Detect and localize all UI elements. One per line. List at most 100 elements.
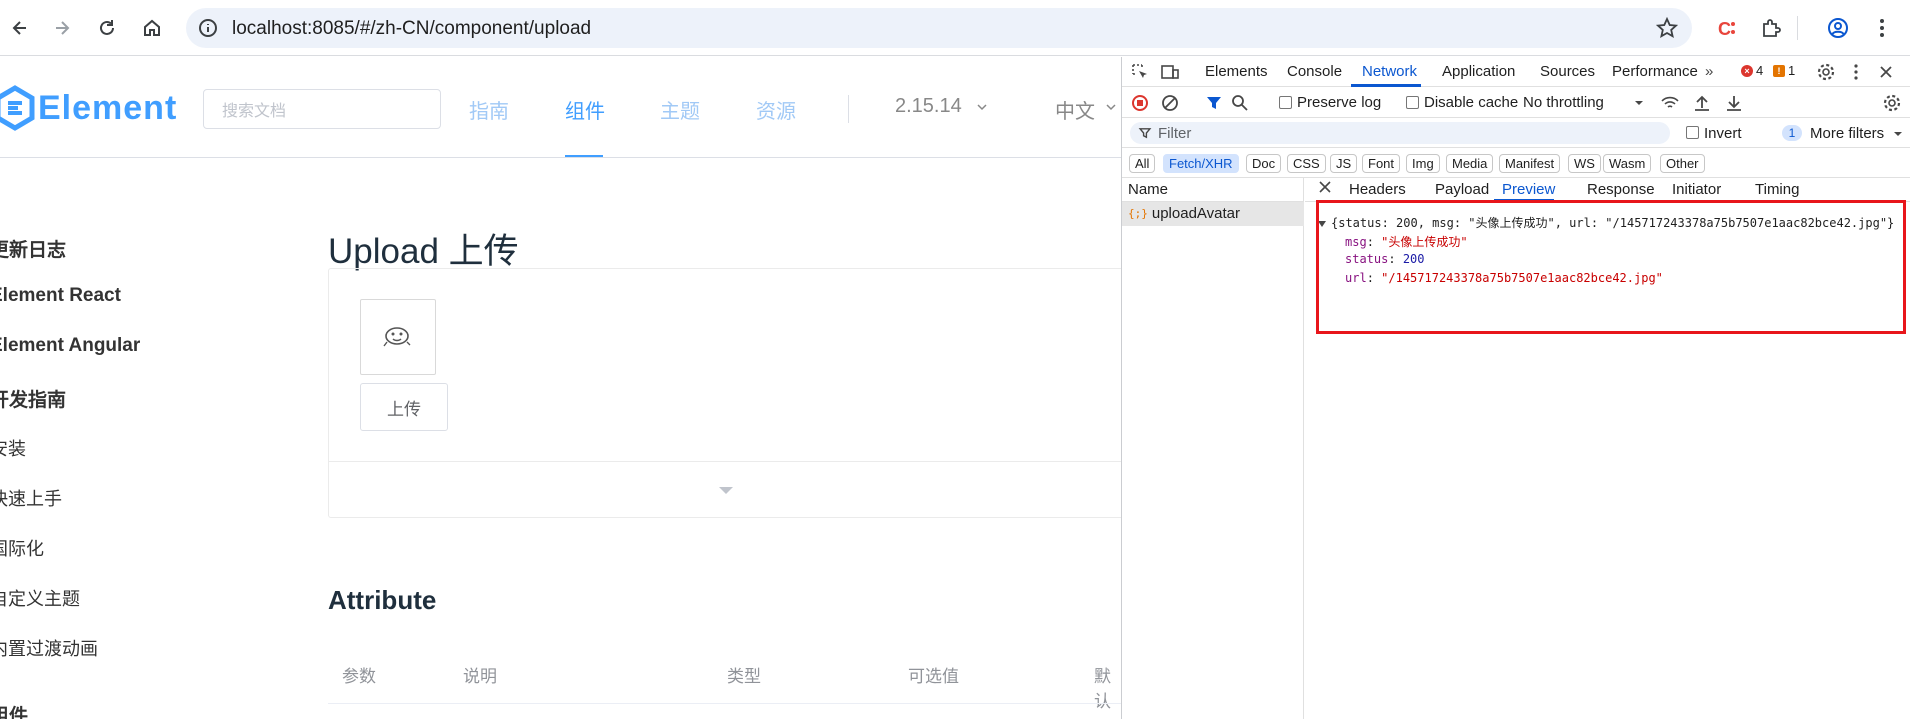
warning-badge[interactable]: ! 1 [1773,63,1795,78]
nav-resource[interactable]: 资源 [756,95,796,124]
preserve-log-checkbox[interactable] [1279,96,1292,109]
type-filter-all[interactable]: All [1129,154,1156,173]
close-detail-icon[interactable] [1317,179,1333,195]
clear-icon[interactable] [1160,93,1180,113]
sidebar-item-custom-theme[interactable]: 自定义主题 [0,585,80,611]
doc-search-input[interactable]: 搜索文档 [203,89,441,129]
type-filter-font[interactable]: Font [1362,154,1401,173]
back-button[interactable] [4,12,36,44]
kebab-menu-icon [1880,19,1884,37]
type-filter-fetch-xhr[interactable]: Fetch/XHR [1163,154,1239,173]
error-badge[interactable]: × 4 [1741,63,1763,78]
filter-input[interactable]: Filter [1130,122,1670,144]
extensions-button[interactable] [1755,12,1787,44]
filter-funnel-icon[interactable] [1204,93,1224,113]
tab-network[interactable]: Network [1362,63,1417,80]
detail-tab-timing[interactable]: Timing [1755,181,1799,198]
nav-component[interactable]: 组件 [565,95,605,124]
search-icon[interactable] [1230,93,1250,113]
detail-tab-initiator[interactable]: Initiator [1672,181,1721,198]
avatar-image-icon [383,327,411,347]
sidebar-item-changelog[interactable]: 更新日志 [0,235,66,262]
devtools-menu-icon[interactable] [1846,62,1866,82]
warning-icon: ! [1773,64,1785,77]
detail-tab-response[interactable]: Response [1587,181,1655,198]
type-filter-wasm[interactable]: Wasm [1603,154,1652,173]
expand-code-caret-icon[interactable] [719,487,733,494]
tab-performance[interactable]: Performance [1612,63,1698,80]
type-filter-other[interactable]: Other [1660,154,1705,173]
detail-tab-headers[interactable]: Headers [1349,181,1406,198]
type-filter-doc[interactable]: Doc [1246,154,1282,173]
header-divider [848,95,849,123]
extension-c-button[interactable]: C [1711,12,1743,44]
element-logo[interactable]: Element [0,83,177,133]
more-tabs-chevron-icon[interactable]: » [1705,63,1713,80]
invert-label: Invert [1704,125,1742,142]
bookmark-star-icon[interactable] [1656,17,1678,39]
version-select[interactable]: 2.15.14 [895,95,962,118]
import-har-icon[interactable] [1692,93,1712,113]
svg-text:C: C [1718,19,1731,39]
type-filter-img[interactable]: Img [1406,154,1440,173]
record-stop-icon[interactable] [1130,93,1150,113]
url-value: "/145717243378a75b7507e1aac82bce42.jpg" [1381,271,1663,285]
sidebar-item-transition[interactable]: 内置过渡动画 [0,635,98,661]
filter-funnel-icon [1138,128,1152,139]
request-row[interactable]: {;} uploadAvatar [1122,202,1304,226]
nav-guide[interactable]: 指南 [469,95,509,124]
device-toolbar-icon[interactable] [1160,62,1180,82]
more-filters-button[interactable]: More filters [1810,125,1884,142]
sidebar-item-element-react[interactable]: Element React [0,285,121,307]
detail-tab-preview[interactable]: Preview [1502,181,1555,198]
type-filter-js[interactable]: JS [1330,154,1358,173]
tab-sources[interactable]: Sources [1540,63,1595,80]
avatar-upload-area[interactable] [360,299,436,375]
upload-button[interactable]: 上传 [360,383,448,431]
home-button[interactable] [136,12,168,44]
sidebar-item-i18n[interactable]: 国际化 [0,535,44,561]
type-filter-ws[interactable]: WS [1568,154,1601,173]
puzzle-icon [1763,19,1781,37]
network-conditions-wifi-icon[interactable] [1660,93,1680,113]
dropdown-caret-icon [1894,132,1902,136]
preview-summary-line[interactable]: {status: 200, msg: "头像上传成功", url: "/1457… [1318,214,1894,231]
devtools-panel: Elements Console Network Application Sou… [1121,57,1910,719]
invert-checkbox[interactable] [1686,126,1699,139]
address-bar[interactable]: localhost:8085/#/zh-CN/component/upload [186,8,1692,48]
site-info-icon[interactable] [198,18,218,38]
tab-elements[interactable]: Elements [1205,63,1268,80]
forward-button[interactable] [46,12,78,44]
network-settings-gear-icon[interactable] [1882,93,1902,113]
reload-button[interactable] [91,12,123,44]
chrome-menu-button[interactable] [1866,12,1898,44]
inspect-element-icon[interactable] [1130,62,1150,82]
msg-key: msg [1345,235,1367,249]
profile-button[interactable] [1822,12,1854,44]
nav-theme[interactable]: 主题 [660,95,700,124]
export-har-icon[interactable] [1724,93,1744,113]
name-column-header[interactable]: Name [1122,178,1304,202]
tab-console[interactable]: Console [1287,63,1342,80]
language-select[interactable]: 中文 [1055,95,1095,124]
table-header-default: 默认 [1094,667,1111,711]
disable-cache-label: Disable cache [1424,94,1519,111]
url-key: url [1345,271,1367,285]
type-filter-css[interactable]: CSS [1287,154,1326,173]
preview-url-line: url: "/145717243378a75b7507e1aac82bce42.… [1345,271,1663,285]
active-nav-indicator [565,155,603,157]
type-filter-media[interactable]: Media [1446,154,1494,173]
sidebar-item-quickstart[interactable]: 快速上手 [0,485,62,511]
status-value: 200 [1402,252,1425,266]
sidebar-item-element-angular[interactable]: Element Angular [0,335,140,357]
settings-gear-icon[interactable] [1816,62,1836,82]
type-filter-manifest[interactable]: Manifest [1499,154,1561,173]
table-header-options: 可选值 [908,667,959,686]
throttling-select[interactable]: No throttling [1523,94,1604,111]
status-key: status [1345,252,1389,266]
disable-cache-checkbox[interactable] [1406,96,1419,109]
tab-application[interactable]: Application [1442,63,1515,80]
detail-tab-payload[interactable]: Payload [1435,181,1489,198]
sidebar-item-install[interactable]: 安装 [0,435,26,461]
close-devtools-icon[interactable] [1876,62,1896,82]
